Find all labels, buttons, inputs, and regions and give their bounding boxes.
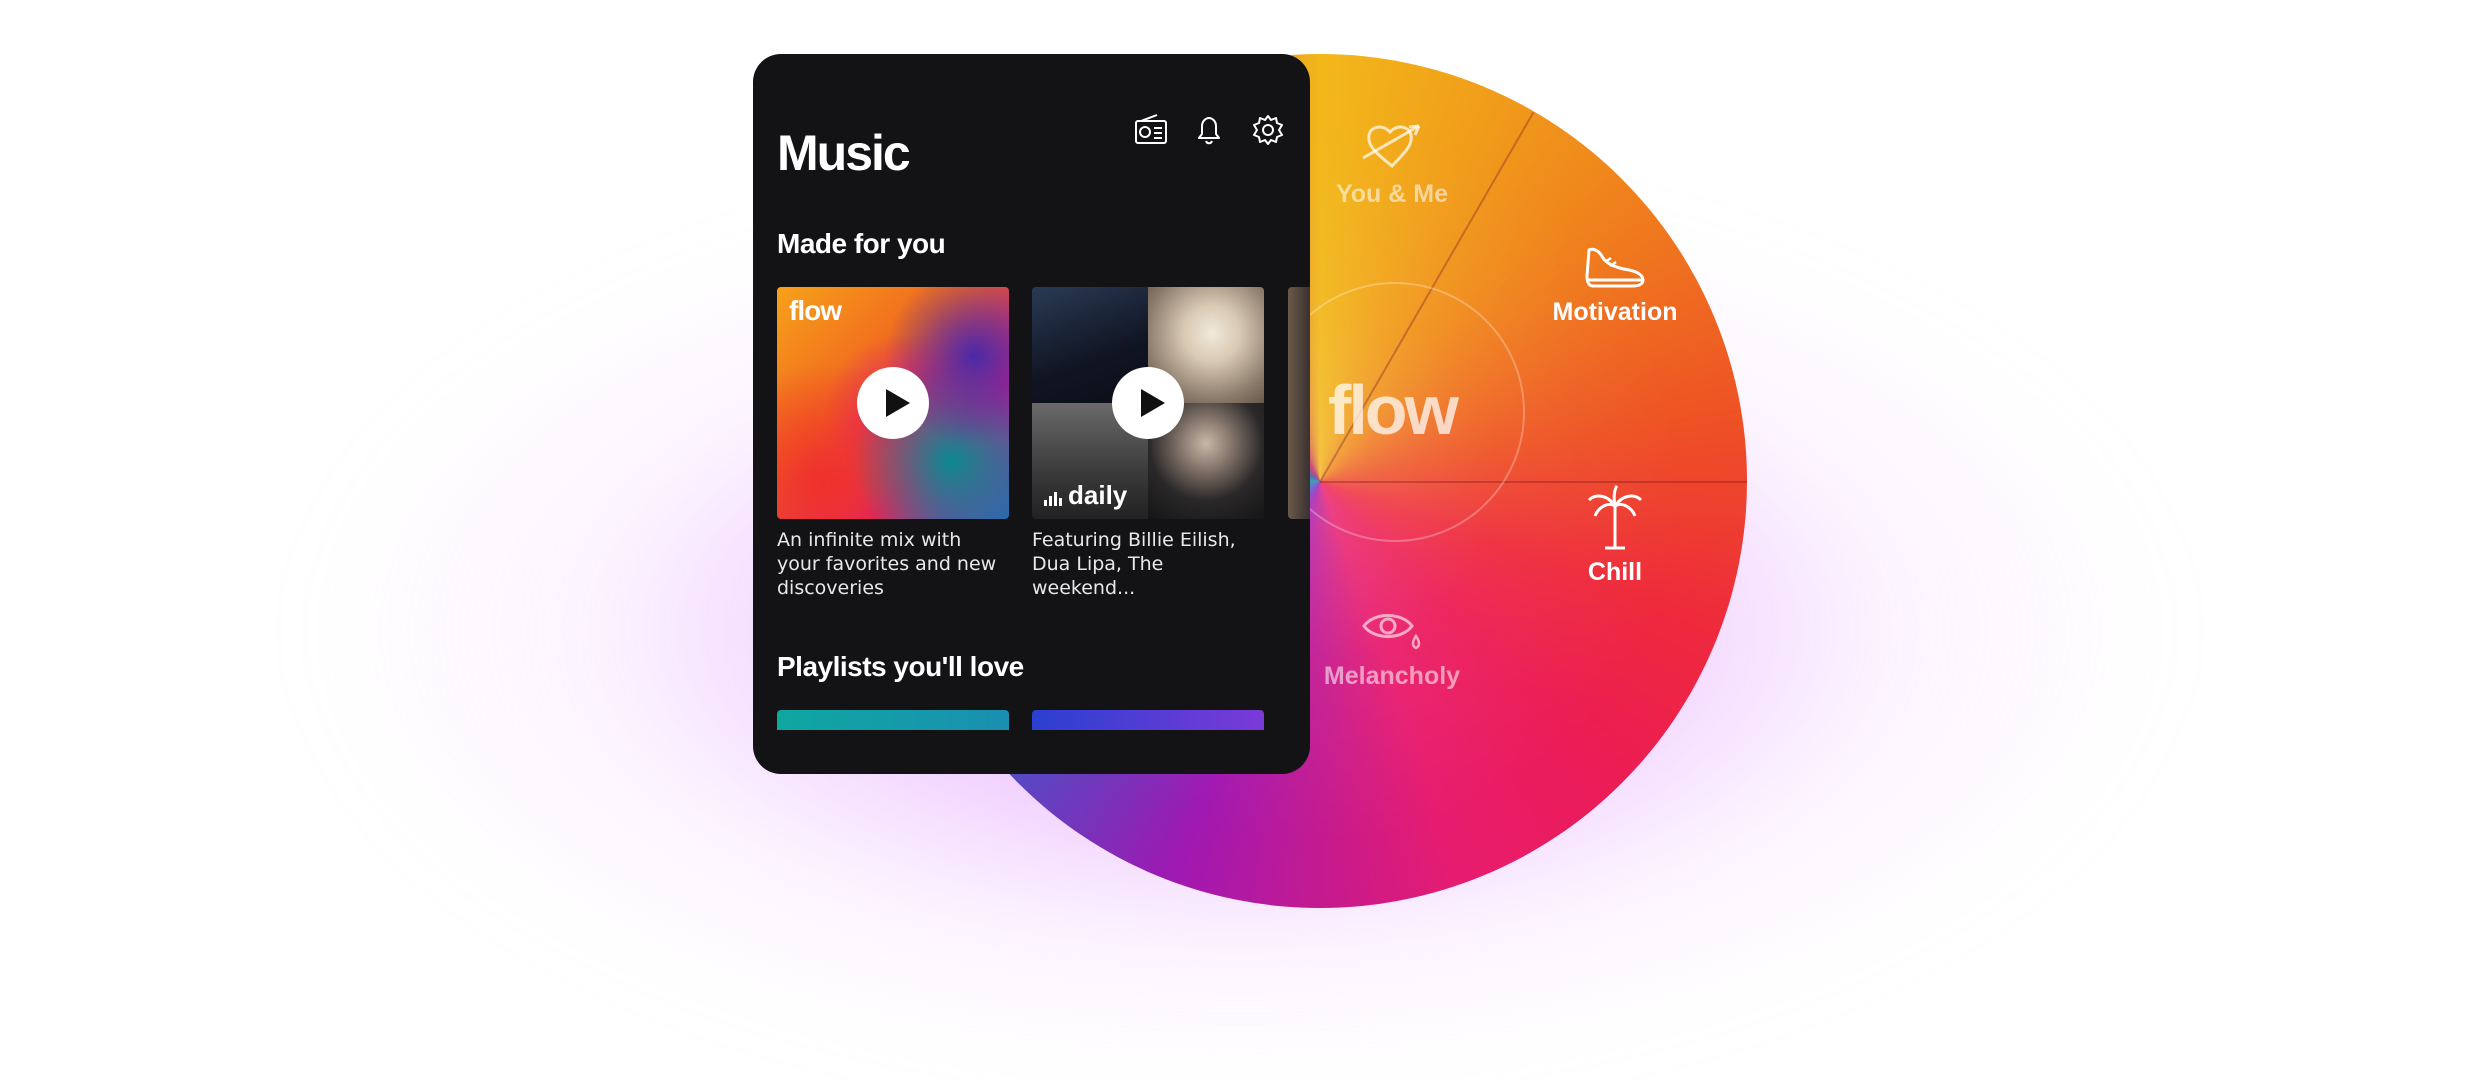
play-button[interactable] xyxy=(857,367,929,439)
playlist-card[interactable] xyxy=(1032,710,1264,730)
wheel-center-label: flow xyxy=(1328,371,1459,449)
card-description: An infinite mix with your favorites and … xyxy=(777,529,997,599)
play-button[interactable] xyxy=(1112,367,1184,439)
card-label: flow xyxy=(789,295,842,326)
sneaker-icon xyxy=(1585,247,1645,288)
palm-tree-icon xyxy=(1587,484,1643,550)
card-description: Featuring Billie Eilish, Dua Lipa, The w… xyxy=(1032,529,1236,599)
flow-card[interactable]: flow xyxy=(777,287,1009,519)
eye-tear-icon xyxy=(1362,614,1421,650)
next-card-peek[interactable] xyxy=(1288,287,1310,519)
page-title: Music xyxy=(777,125,911,181)
mood-label: You & Me xyxy=(1335,180,1449,208)
equalizer-icon xyxy=(1044,486,1062,506)
daily-card[interactable]: daily xyxy=(1032,287,1264,519)
mood-you-and-me[interactable]: You & Me xyxy=(1282,118,1502,209)
playlist-card[interactable] xyxy=(777,710,1009,730)
daily-badge: daily xyxy=(1044,480,1127,511)
mood-label: Melancholy xyxy=(1323,662,1461,690)
bell-icon[interactable] xyxy=(1191,112,1227,148)
mood-label: Chill xyxy=(1587,558,1643,586)
section-title-playlists: Playlists you'll love xyxy=(777,651,1024,682)
radio-icon[interactable] xyxy=(1133,112,1169,148)
mood-motivation[interactable]: Motivation xyxy=(1505,238,1725,327)
heart-arrow-icon xyxy=(1362,124,1421,169)
card-label: daily xyxy=(1068,480,1128,510)
mood-chill[interactable]: Chill xyxy=(1505,484,1725,587)
settings-gear-icon[interactable] xyxy=(1250,112,1286,148)
section-title-made-for-you: Made for you xyxy=(777,228,946,259)
mood-label: Motivation xyxy=(1552,298,1678,326)
phone-screen: Music Made for you flow daily An infinit… xyxy=(753,54,1310,774)
mood-melancholy[interactable]: Melancholy xyxy=(1282,608,1502,691)
